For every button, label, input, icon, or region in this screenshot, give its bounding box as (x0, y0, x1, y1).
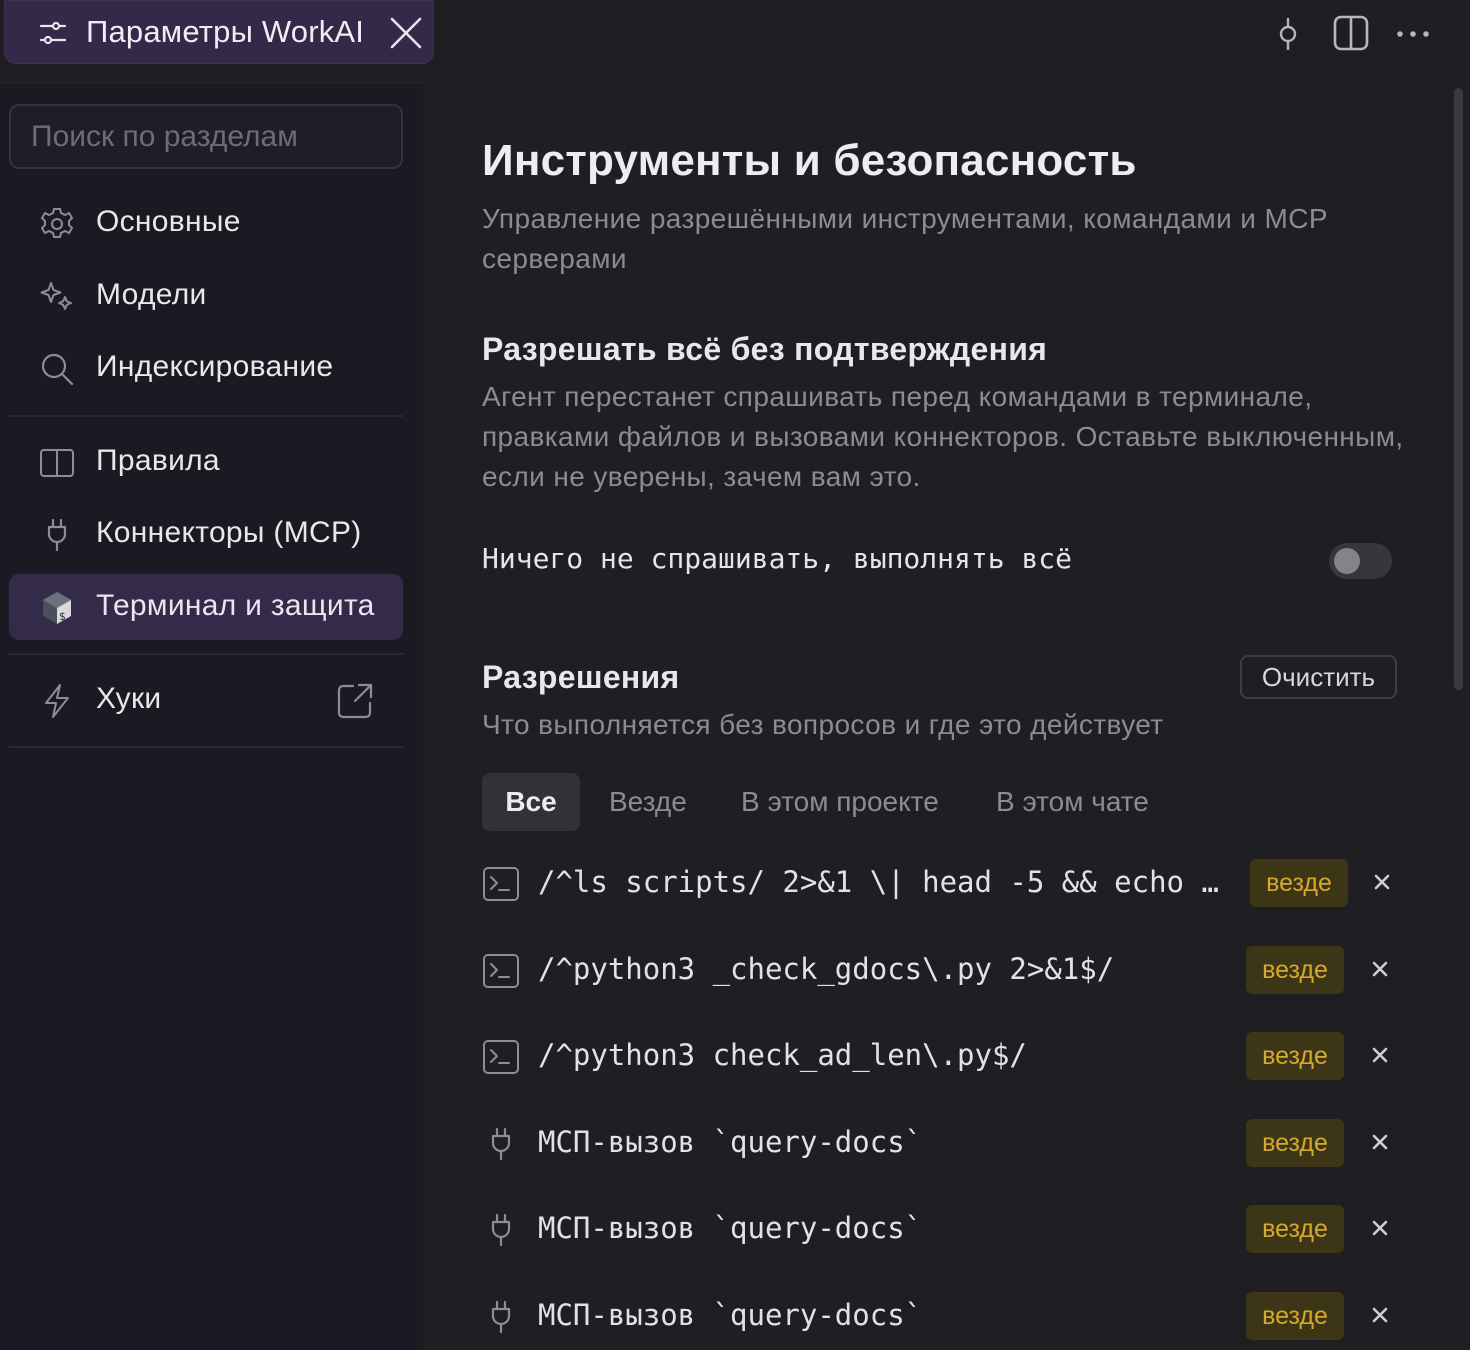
remove-icon[interactable] (1365, 1127, 1395, 1157)
permission-row: /^python3 check_ad_len\.py$/ везде (482, 1026, 1402, 1086)
book-icon (40, 449, 74, 477)
sidebar-item-label: Основные (96, 205, 241, 238)
permission-pattern: /^ls scripts/ 2>&1 \| head -5 && echo … (538, 865, 1219, 899)
permission-row: /^ls scripts/ 2>&1 \| head -5 && echo … … (482, 853, 1402, 913)
scrollbar[interactable] (1454, 88, 1463, 690)
plug-icon (491, 1300, 511, 1334)
scope-badge[interactable]: везде (1246, 1205, 1344, 1253)
permission-pattern: МСП-вызов `query-docs` (538, 1125, 923, 1159)
tab-title: Параметры WorkAI (86, 14, 365, 49)
permission-pattern: /^python3 _check_gdocs\.py 2>&1$/ (538, 952, 1115, 986)
permission-row: МСП-вызов `query-docs` везде (482, 1199, 1402, 1259)
sidebar-divider (9, 415, 403, 417)
scope-badge[interactable]: везде (1250, 859, 1348, 907)
permission-row: МСП-вызов `query-docs` везде (482, 1113, 1402, 1173)
scope-badge[interactable]: везде (1246, 1292, 1344, 1340)
more-icon[interactable] (1394, 14, 1434, 54)
sidebar-item-rules[interactable]: Правила (9, 429, 403, 495)
sidebar-item-label: Хуки (96, 682, 162, 715)
svg-text:$: $ (59, 610, 66, 623)
permission-row: /^python3 _check_gdocs\.py 2>&1$/ везде (482, 940, 1402, 1000)
page-subtitle: Управление разрешёнными инструментами, к… (482, 203, 1328, 274)
filter-tab-all[interactable]: Все (482, 773, 580, 831)
remove-icon[interactable] (1365, 1213, 1395, 1243)
sidebar-divider (9, 653, 403, 655)
sidebar-item-label: Модели (96, 278, 207, 311)
scope-badge[interactable]: везде (1246, 1032, 1344, 1080)
sliders-icon (39, 21, 67, 45)
terminal-icon (483, 1040, 519, 1074)
terminal-icon (483, 954, 519, 988)
external-link-icon[interactable] (335, 681, 375, 721)
permission-row: МСП-вызов `query-docs` везде (482, 1286, 1402, 1346)
commit-icon[interactable] (1268, 14, 1308, 54)
auto-approve-title: Разрешать всё без подтверждения (482, 331, 1048, 367)
plug-icon (47, 518, 67, 552)
terminal-shield-icon: $ (43, 592, 71, 624)
title-bar: Параметры WorkAI (0, 0, 1470, 84)
page-title: Инструменты и безопасность (482, 136, 1137, 185)
sidebar-item-general[interactable]: Основные (9, 190, 403, 256)
gear-icon (40, 208, 74, 238)
permission-pattern: МСП-вызов `query-docs` (538, 1298, 923, 1332)
scope-badge[interactable]: везде (1246, 946, 1344, 994)
search-icon (41, 353, 74, 386)
remove-icon[interactable] (1365, 1040, 1395, 1070)
plug-icon (491, 1127, 511, 1161)
lightning-icon (45, 684, 69, 718)
settings-tab[interactable]: Параметры WorkAI (4, 0, 434, 64)
close-icon[interactable] (388, 16, 424, 50)
split-view-icon[interactable] (1331, 14, 1371, 54)
sidebar-item-label: Терминал и защита (96, 589, 375, 622)
filter-tab-everywhere[interactable]: Везде (609, 773, 687, 831)
toggle-knob (1334, 548, 1360, 574)
sidebar-item-connectors[interactable]: Коннекторы (MCP) (9, 501, 403, 567)
remove-icon[interactable] (1365, 1300, 1395, 1330)
sidebar-item-label: Индексирование (96, 350, 334, 383)
scope-badge[interactable]: везде (1246, 1119, 1344, 1167)
remove-icon[interactable] (1367, 867, 1397, 897)
plug-icon (491, 1213, 511, 1247)
sparkle-icon (40, 282, 72, 310)
filter-tab-this-project[interactable]: В этом проекте (741, 773, 939, 831)
permissions-subtitle: Что выполняется без вопросов и где это д… (482, 709, 1164, 740)
sidebar-item-label: Коннекторы (MCP) (96, 516, 362, 549)
permission-pattern: /^python3 check_ad_len\.py$/ (538, 1038, 1027, 1072)
sidebar-item-hooks[interactable]: Хуки (9, 667, 403, 733)
clear-permissions-button[interactable]: Очистить (1240, 655, 1397, 699)
sidebar-item-label: Правила (96, 444, 220, 477)
permission-pattern: МСП-вызов `query-docs` (538, 1211, 923, 1245)
sidebar-divider (9, 746, 403, 748)
sidebar-item-models[interactable]: Модели (9, 263, 403, 329)
remove-icon[interactable] (1365, 954, 1395, 984)
auto-approve-toggle[interactable] (1329, 543, 1392, 579)
terminal-icon (483, 867, 519, 901)
sidebar-item-indexing[interactable]: Индексирование (9, 335, 403, 401)
auto-approve-toggle-label: Ничего не спрашивать, выполнять всё (482, 542, 1073, 575)
sidebar-item-terminal-security[interactable]: $ Терминал и защита (9, 574, 403, 640)
auto-approve-description: Агент перестанет спрашивать перед команд… (482, 381, 1404, 492)
filter-tab-this-chat[interactable]: В этом чате (996, 773, 1149, 831)
permissions-title: Разрешения (482, 659, 680, 695)
section-search-input[interactable] (9, 104, 403, 169)
